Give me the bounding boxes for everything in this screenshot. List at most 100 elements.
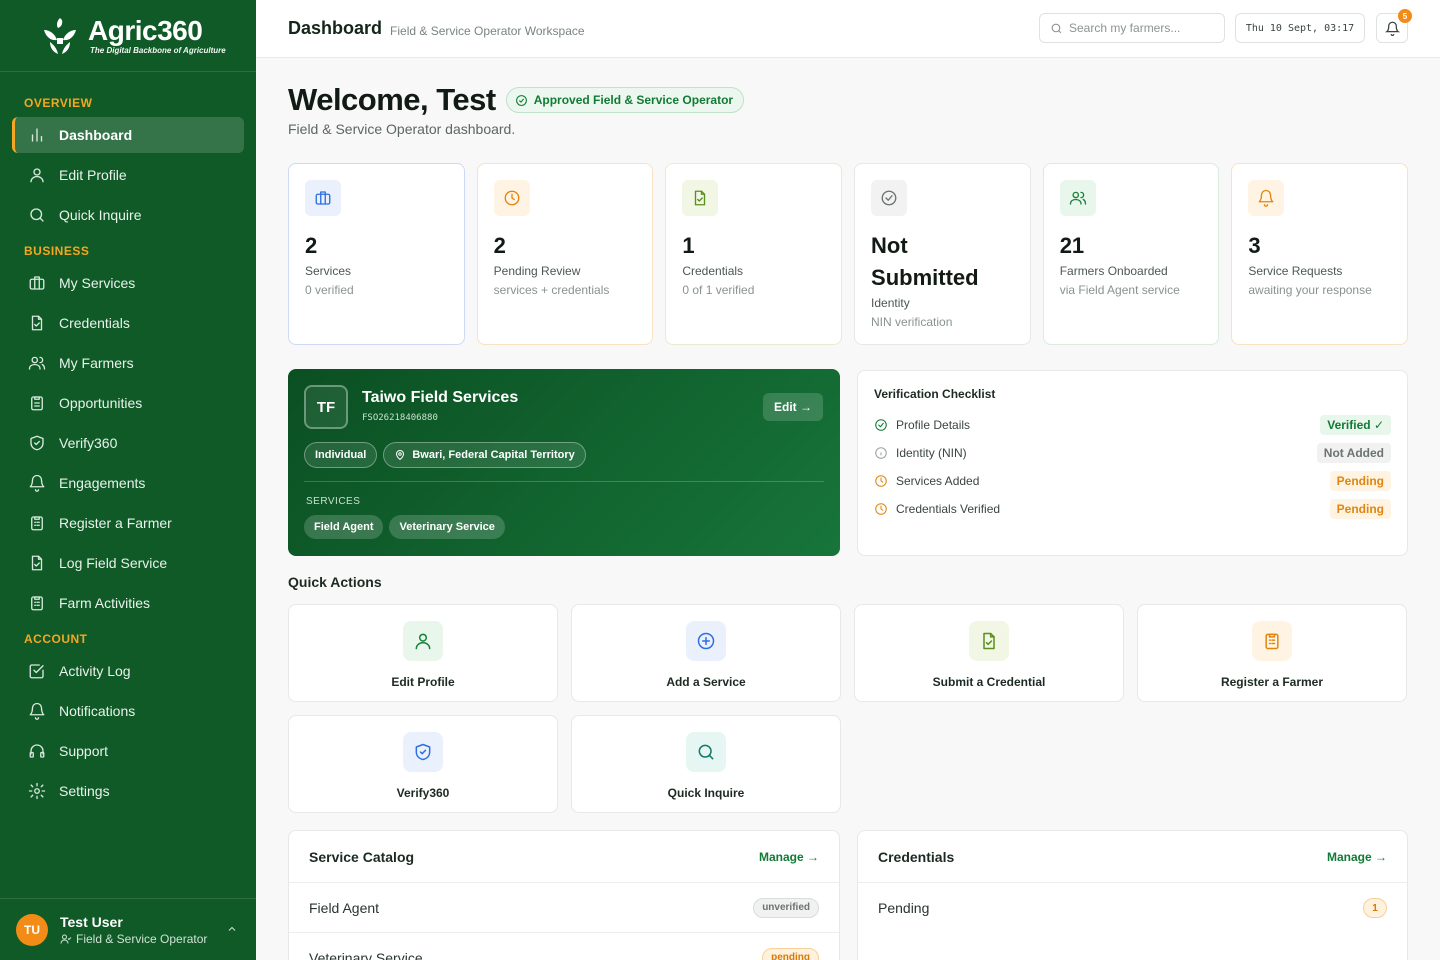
- profile-tags: Individual Bwari, Federal Capital Territ…: [304, 442, 592, 468]
- quick-action-add-a-service[interactable]: Add a Service: [571, 604, 841, 702]
- sidebar-item-log-field-service[interactable]: Log Field Service: [12, 545, 244, 581]
- stat-card-pending-review[interactable]: 2 Pending Review services + credentials: [476, 163, 654, 345]
- credentials-manage-link[interactable]: Manage →: [1327, 850, 1387, 864]
- stat-card-credentials[interactable]: 1 Credentials 0 of 1 verified: [665, 163, 843, 345]
- sidebar-item-register-a-farmer[interactable]: Register a Farmer: [12, 505, 244, 541]
- sidebar-item-label: Notifications: [59, 703, 136, 719]
- stat-label: Services: [305, 264, 352, 278]
- stat-label: Service Requests: [1248, 264, 1343, 278]
- service-catalog-manage-link[interactable]: Manage →: [759, 850, 819, 864]
- checklist-item-profile-details: Profile Details Verified ✓: [874, 411, 1391, 439]
- sidebar-item-edit-profile[interactable]: Edit Profile: [12, 157, 244, 193]
- services-label: SERVICES: [306, 496, 361, 507]
- sidebar-item-credentials[interactable]: Credentials: [12, 305, 244, 341]
- clock-icon: [875, 503, 887, 515]
- sidebar: Agric360 The Digital Backbone of Agricul…: [0, 0, 256, 960]
- notifications-button[interactable]: 5: [1376, 9, 1412, 43]
- check-circle-icon: [515, 94, 527, 106]
- sidebar-item-notifications[interactable]: Notifications: [12, 693, 244, 729]
- brand-name: Agric360: [88, 15, 203, 46]
- checklist-label: Services Added: [896, 474, 980, 488]
- brand-tagline: The Digital Backbone of Agriculture: [90, 46, 226, 55]
- nav-section-account: ACCOUNT: [24, 632, 88, 646]
- profile-location: Bwari, Federal Capital Territory: [412, 449, 575, 461]
- bell-icon: [1384, 21, 1400, 36]
- sidebar-item-label: Verify360: [59, 435, 118, 451]
- quick-action-register-a-farmer[interactable]: Register a Farmer: [1137, 604, 1407, 702]
- page-title: Dashboard: [288, 18, 383, 38]
- nav-section-overview: OVERVIEW: [24, 96, 93, 110]
- sidebar-item-support[interactable]: Support: [12, 733, 244, 769]
- brand[interactable]: Agric360 The Digital Backbone of Agricul…: [0, 0, 256, 72]
- stat-value: 3: [1248, 233, 1261, 258]
- stat-value: Not Submitted: [871, 233, 979, 290]
- service-row[interactable]: Veterinary Service pending: [289, 933, 839, 960]
- stat-card-farmers-onboarded[interactable]: 21 Farmers Onboarded via Field Agent servi…: [1042, 163, 1220, 345]
- approved-badge-label: Approved Field & Service Operator: [533, 93, 734, 107]
- checklist-label: Profile Details: [896, 418, 971, 432]
- sidebar-item-settings[interactable]: Settings: [12, 773, 244, 809]
- stat-card-service-requests[interactable]: 3 Service Requests awaiting your response: [1231, 163, 1409, 345]
- users-icon: [1069, 191, 1086, 205]
- stat-label: Credentials: [682, 264, 744, 278]
- checklist-label: Identity (NIN): [896, 446, 967, 460]
- top-header: Dashboard Field & Service Operator Works…: [256, 0, 1440, 58]
- logo-icon: [44, 17, 76, 54]
- check-square-icon: [29, 664, 44, 679]
- quick-action-verify360[interactable]: Verify360: [288, 715, 558, 813]
- file-check-icon: [31, 315, 43, 331]
- stat-label: Identity: [871, 296, 910, 310]
- quick-actions-title: Quick Actions: [288, 574, 382, 590]
- checklist-status: Not Added: [1316, 443, 1391, 463]
- file-check-icon: [983, 632, 995, 650]
- sidebar-item-my-farmers[interactable]: My Farmers: [12, 345, 244, 381]
- checklist-status: Pending: [1329, 499, 1391, 519]
- users-icon: [28, 356, 46, 370]
- user-role: Field & Service Operator: [60, 932, 207, 946]
- sidebar-item-label: Activity Log: [59, 663, 131, 679]
- checklist-item-services-added: Services Added Pending: [874, 467, 1391, 495]
- sidebar-item-activity-log[interactable]: Activity Log: [12, 653, 244, 689]
- sidebar-item-label: Engagements: [59, 475, 146, 491]
- bell-icon: [1258, 189, 1274, 207]
- edit-profile-button[interactable]: Edit →: [763, 393, 823, 421]
- quick-action-icon: [403, 621, 443, 661]
- page-subtitle: Field & Service Operator Workspace: [390, 23, 585, 38]
- stat-card-services[interactable]: 2 Services 0 verified: [288, 163, 465, 345]
- quick-action-label: Register a Farmer: [1220, 675, 1324, 689]
- service-row[interactable]: Field Agent unverified: [289, 883, 839, 933]
- sidebar-item-quick-inquire[interactable]: Quick Inquire: [12, 197, 244, 233]
- sidebar-item-opportunities[interactable]: Opportunities: [12, 385, 244, 421]
- quick-action-quick-inquire[interactable]: Quick Inquire: [571, 715, 841, 813]
- service-name: Veterinary Service: [309, 949, 423, 960]
- stat-card-identity[interactable]: Not Submitted Identity NIN verification: [854, 163, 1031, 345]
- stat-subtext: NIN verification: [871, 315, 953, 329]
- clock-icon: [504, 190, 520, 206]
- chevron-up-icon[interactable]: [226, 923, 238, 935]
- welcome-banner: Welcome, Test Approved Field & Service O…: [288, 82, 745, 118]
- quick-action-edit-profile[interactable]: Edit Profile: [288, 604, 558, 702]
- file-check-icon: [31, 555, 43, 571]
- stat-icon: [1059, 180, 1096, 216]
- stat-icon: [305, 180, 341, 216]
- sidebar-item-engagements[interactable]: Engagements: [12, 465, 244, 501]
- badge-check-icon: [875, 419, 887, 431]
- service-status-badge: pending: [762, 947, 819, 960]
- sidebar-item-dashboard[interactable]: Dashboard: [12, 117, 244, 153]
- sidebar-item-farm-activities[interactable]: Farm Activities: [12, 585, 244, 621]
- credential-row[interactable]: Pending 1: [858, 883, 1407, 933]
- checklist-status: Verified ✓: [1320, 415, 1391, 435]
- sidebar-item-verify360[interactable]: Verify360: [12, 425, 244, 461]
- quick-action-label: Verify360: [396, 786, 450, 800]
- stat-icon: [1248, 180, 1285, 216]
- user-menu[interactable]: TU Test User Field & Service Operator: [0, 898, 256, 960]
- verification-checklist: Verification Checklist Profile Details Ve…: [857, 370, 1408, 556]
- service-status-badge: unverified: [753, 897, 819, 918]
- sidebar-item-my-services[interactable]: My Services: [12, 265, 244, 301]
- checklist-title: Verification Checklist: [874, 387, 996, 401]
- search-input[interactable]: Search my farmers...: [1039, 13, 1225, 43]
- stat-subtext: awaiting your response: [1248, 283, 1372, 297]
- stat-label: Pending Review: [493, 264, 581, 278]
- quick-action-submit-a-credential[interactable]: Submit a Credential: [854, 604, 1124, 702]
- stat-value: 1: [682, 233, 695, 258]
